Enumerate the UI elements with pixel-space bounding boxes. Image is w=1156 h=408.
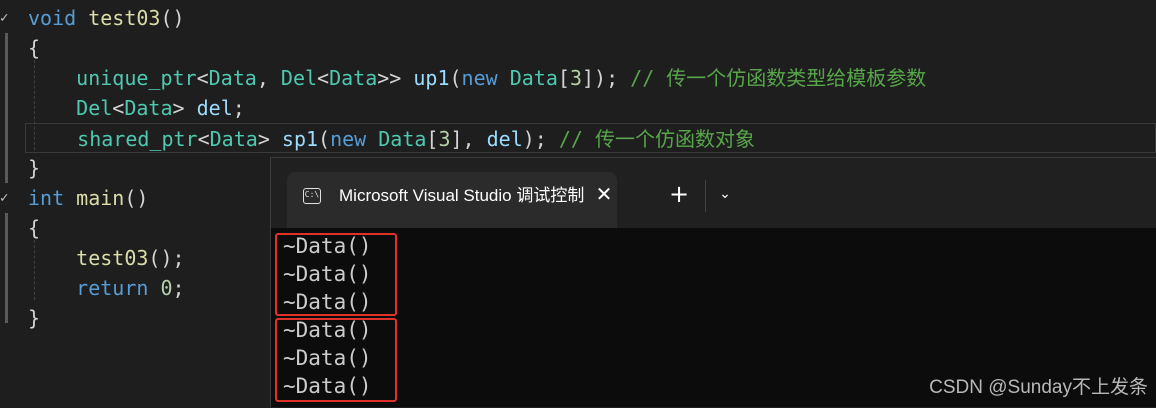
code-token: test03 — [76, 246, 149, 270]
code-token: { — [28, 36, 41, 60]
code-token: >> — [377, 66, 414, 90]
code-token: Data — [208, 66, 257, 90]
code-token: main — [76, 186, 125, 210]
code-line[interactable]: { — [28, 33, 40, 63]
tab-divider — [705, 180, 706, 212]
code-token: Data — [509, 66, 558, 90]
code-token: 0 — [160, 276, 173, 300]
code-token: { — [28, 216, 41, 240]
code-token: new — [461, 66, 498, 90]
fold-check-icon[interactable]: ✓ — [0, 183, 10, 213]
code-token: int — [28, 186, 65, 210]
code-token: Data — [209, 127, 258, 151]
code-token: Data — [329, 66, 378, 90]
code-token: < — [112, 96, 125, 120]
chevron-down-icon[interactable]: ⌄ — [711, 180, 739, 208]
code-token: sp1 — [281, 127, 319, 151]
code-token: < — [196, 66, 209, 90]
code-token: test03 — [88, 6, 161, 30]
code-token: ]); — [581, 66, 631, 90]
code-token: < — [317, 66, 330, 90]
code-line[interactable]: } — [28, 303, 40, 333]
plus-icon[interactable]: + — [665, 180, 693, 208]
code-token: Data — [378, 127, 427, 151]
code-token: , — [256, 66, 281, 90]
terminal-tab[interactable]: C:\ Microsoft Visual Studio 调试控制台 ✕ — [287, 172, 617, 228]
watermark: CSDN @Sunday不上发条 — [929, 377, 1148, 398]
code-token: ( — [318, 127, 331, 151]
code-line[interactable]: Del<Data> del; — [28, 93, 245, 123]
code-token: 3 — [438, 127, 451, 151]
code-line[interactable]: return 0; — [28, 273, 185, 303]
code-token: (); — [148, 246, 185, 270]
code-token: new — [330, 127, 367, 151]
code-token: ( — [449, 66, 462, 90]
code-token: del — [486, 127, 523, 151]
highlight-box-unique-ptr — [275, 233, 397, 316]
console-icon: C:\ — [303, 188, 321, 204]
code-token: Del — [76, 96, 113, 120]
code-line[interactable]: { — [28, 213, 40, 243]
code-line[interactable]: } — [28, 153, 40, 183]
code-token: > — [257, 127, 282, 151]
code-token: ); — [522, 127, 559, 151]
code-token: } — [28, 306, 41, 330]
code-token: } — [28, 156, 41, 180]
code-token: // 传一个仿函数类型给模板参数 — [630, 66, 927, 90]
fold-range-bar — [5, 213, 8, 323]
fold-range-bar — [5, 33, 8, 183]
code-token: < — [197, 127, 210, 151]
code-token: Del — [280, 66, 318, 90]
code-token: // 传一个仿函数对象 — [558, 127, 756, 151]
code-token: ], — [450, 127, 487, 151]
code-token: ; — [172, 276, 185, 300]
terminal-titlebar: C:\ Microsoft Visual Studio 调试控制台 ✕ + ⌄ — [271, 158, 1156, 228]
highlight-box-shared-ptr — [275, 318, 397, 402]
code-line[interactable]: unique_ptr<Data, Del<Data>> up1(new Data… — [28, 63, 926, 93]
code-token: del — [196, 96, 233, 120]
code-token: () — [124, 186, 149, 210]
debug-console-window[interactable]: C:\ Microsoft Visual Studio 调试控制台 ✕ + ⌄ … — [270, 157, 1156, 407]
code-line[interactable]: int main() — [28, 183, 148, 213]
close-icon[interactable]: ✕ — [593, 183, 615, 205]
code-token: [ — [557, 66, 570, 90]
current-code-line[interactable]: shared_ptr<Data> sp1(new Data[3], del); … — [25, 123, 1156, 153]
code-token: Data — [124, 96, 173, 120]
code-token: () — [160, 6, 185, 30]
tab-title: Microsoft Visual Studio 调试控制台 — [339, 186, 585, 205]
code-token: unique_ptr — [76, 66, 197, 90]
code-line[interactable]: test03(); — [28, 243, 185, 273]
code-token: [ — [426, 127, 439, 151]
code-token: void — [28, 6, 77, 30]
code-token: > — [172, 96, 197, 120]
code-token: 3 — [569, 66, 582, 90]
fold-check-icon[interactable]: ✓ — [0, 3, 10, 33]
code-token: up1 — [413, 66, 450, 90]
code-token: ; — [232, 96, 245, 120]
code-line[interactable]: void test03() — [28, 3, 185, 33]
code-token: return — [76, 276, 149, 300]
code-token: shared_ptr — [77, 127, 198, 151]
